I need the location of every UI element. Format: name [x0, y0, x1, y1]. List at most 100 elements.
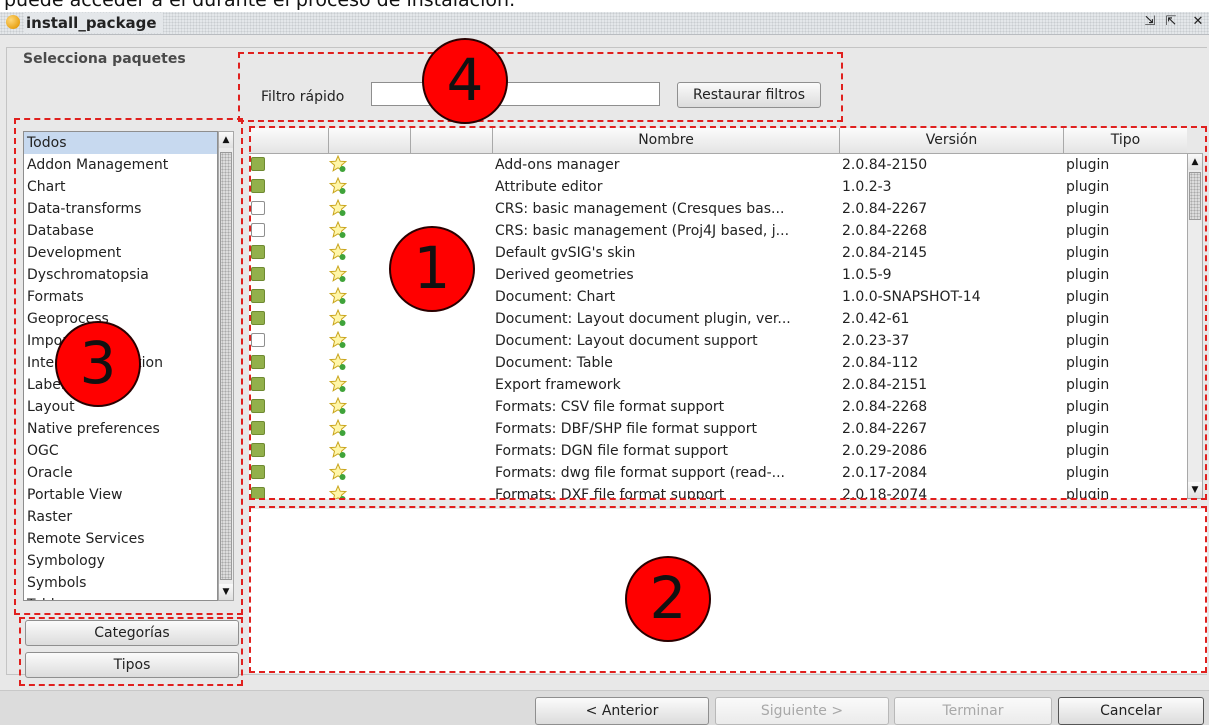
marker-3: 3: [55, 321, 141, 407]
category-item[interactable]: Oracle: [24, 462, 217, 484]
scroll-up-icon[interactable]: ▲: [219, 132, 233, 148]
package-name: Default gvSIG's skin: [495, 245, 636, 261]
table-scrollbar[interactable]: ▲ ▼: [1187, 153, 1203, 499]
category-item[interactable]: Todos: [24, 132, 217, 154]
scroll-down-icon[interactable]: ▼: [1188, 482, 1202, 498]
install-checkbox[interactable]: [251, 487, 265, 499]
category-item[interactable]: Dyschromatopsia: [24, 264, 217, 286]
table-row[interactable]: Formats: CSV file format support 2.0.84-2…: [249, 396, 1187, 418]
scroll-thumb[interactable]: [1189, 172, 1201, 220]
table-row[interactable]: Document: Layout document plugin, ver...…: [249, 308, 1187, 330]
reset-filters-button[interactable]: Restaurar filtros: [677, 82, 821, 108]
category-item[interactable]: Native preferences: [24, 418, 217, 440]
package-type: plugin: [1066, 201, 1110, 217]
col-header-type[interactable]: Tipo: [1064, 128, 1187, 153]
install-checkbox[interactable]: [251, 399, 265, 413]
install-checkbox[interactable]: [251, 157, 265, 171]
window-title: install_package: [24, 13, 163, 33]
table-row[interactable]: Formats: DXF file format support 2.0.18-2…: [249, 484, 1187, 499]
scroll-down-icon[interactable]: ▼: [219, 584, 233, 600]
package-version: 1.0.0-SNAPSHOT-14: [842, 289, 981, 305]
category-item[interactable]: Addon Management: [24, 154, 217, 176]
table-row[interactable]: CRS: basic management (Cresques bas... 2.…: [249, 198, 1187, 220]
install-checkbox[interactable]: [251, 289, 265, 303]
close-icon[interactable]: ✕: [1190, 14, 1206, 30]
install-checkbox[interactable]: [251, 223, 265, 237]
package-type: plugin: [1066, 245, 1110, 261]
star-icon: [328, 198, 348, 218]
categories-button[interactable]: Categorías: [25, 620, 239, 646]
package-type: plugin: [1066, 179, 1110, 195]
package-type: plugin: [1066, 377, 1110, 393]
install-checkbox[interactable]: [251, 267, 265, 281]
package-type: plugin: [1066, 333, 1110, 349]
table-row[interactable]: Add-ons manager 2.0.84-2150 plugin: [249, 154, 1187, 176]
category-item[interactable]: Raster: [24, 506, 217, 528]
install-checkbox[interactable]: [251, 421, 265, 435]
cancel-button[interactable]: Cancelar: [1058, 697, 1204, 725]
package-table[interactable]: Nombre Versión Tipo Add-ons manager 2.0.8…: [249, 128, 1187, 499]
install-checkbox[interactable]: [251, 311, 265, 325]
category-item[interactable]: Formats: [24, 286, 217, 308]
table-row[interactable]: Formats: DBF/SHP file format support 2.0.…: [249, 418, 1187, 440]
package-name: Formats: DBF/SHP file format support: [495, 421, 757, 437]
col-header-version[interactable]: Versión: [840, 128, 1064, 153]
table-row[interactable]: Document: Layout document support 2.0.23-…: [249, 330, 1187, 352]
window-titlebar[interactable]: install_package ⇲ ⇱ ✕: [0, 12, 1209, 35]
category-item[interactable]: Remote Services: [24, 528, 217, 550]
table-row[interactable]: Document: Chart 1.0.0-SNAPSHOT-14 plugin: [249, 286, 1187, 308]
marker-1: 1: [389, 226, 475, 312]
table-row[interactable]: Formats: dwg file format support (read-.…: [249, 462, 1187, 484]
package-version: 2.0.84-2151: [842, 377, 928, 393]
install-checkbox[interactable]: [251, 201, 265, 215]
package-name: Document: Layout document plugin, ver...: [495, 311, 791, 327]
install-checkbox[interactable]: [251, 245, 265, 259]
star-icon: [328, 352, 348, 372]
minimize-icon[interactable]: ⇲: [1142, 14, 1158, 30]
types-button[interactable]: Tipos: [25, 652, 239, 678]
next-button[interactable]: Siguiente >: [715, 697, 889, 725]
table-row[interactable]: Attribute editor 1.0.2-3 plugin: [249, 176, 1187, 198]
category-item[interactable]: Data-transforms: [24, 198, 217, 220]
scroll-up-icon[interactable]: ▲: [1188, 154, 1202, 170]
install-checkbox[interactable]: [251, 377, 265, 391]
scroll-thumb[interactable]: [220, 152, 232, 580]
table-row[interactable]: Export framework 2.0.84-2151 plugin: [249, 374, 1187, 396]
quick-filter-input[interactable]: [371, 82, 660, 106]
install-checkbox[interactable]: [251, 465, 265, 479]
star-icon: [328, 286, 348, 306]
category-item[interactable]: Portable View: [24, 484, 217, 506]
package-name: Attribute editor: [495, 179, 603, 195]
previous-button[interactable]: < Anterior: [535, 697, 709, 725]
group-title: Selecciona paquetes: [19, 50, 190, 68]
col-header-name[interactable]: Nombre: [493, 128, 840, 153]
col-header-status[interactable]: [329, 128, 411, 153]
category-item[interactable]: Development: [24, 242, 217, 264]
table-row[interactable]: CRS: basic management (Proj4J based, j..…: [249, 220, 1187, 242]
maximize-icon[interactable]: ⇱: [1163, 14, 1179, 30]
package-type: plugin: [1066, 289, 1110, 305]
category-item[interactable]: Table: [24, 594, 217, 600]
package-name: CRS: basic management (Proj4J based, j..…: [495, 223, 790, 239]
table-row[interactable]: Formats: DGN file format support 2.0.29-2…: [249, 440, 1187, 462]
category-item[interactable]: Chart: [24, 176, 217, 198]
install-package-window: Selecciona paquetes Filtro rápido Restau…: [0, 35, 1209, 725]
star-icon: [328, 484, 348, 499]
install-checkbox[interactable]: [251, 179, 265, 193]
finish-button[interactable]: Terminar: [894, 697, 1052, 725]
table-row[interactable]: Document: Table 2.0.84-112 plugin: [249, 352, 1187, 374]
category-item[interactable]: OGC: [24, 440, 217, 462]
category-item[interactable]: Symbology: [24, 550, 217, 572]
col-header-installed[interactable]: [249, 128, 329, 153]
package-version: 2.0.23-37: [842, 333, 910, 349]
quick-filter-label: Filtro rápido: [261, 89, 345, 105]
package-type: plugin: [1066, 443, 1110, 459]
star-icon: [328, 462, 348, 482]
col-header-extra[interactable]: [411, 128, 493, 153]
install-checkbox[interactable]: [251, 333, 265, 347]
category-item[interactable]: Database: [24, 220, 217, 242]
category-scrollbar[interactable]: ▲ ▼: [218, 131, 234, 601]
category-item[interactable]: Symbols: [24, 572, 217, 594]
install-checkbox[interactable]: [251, 443, 265, 457]
install-checkbox[interactable]: [251, 355, 265, 369]
